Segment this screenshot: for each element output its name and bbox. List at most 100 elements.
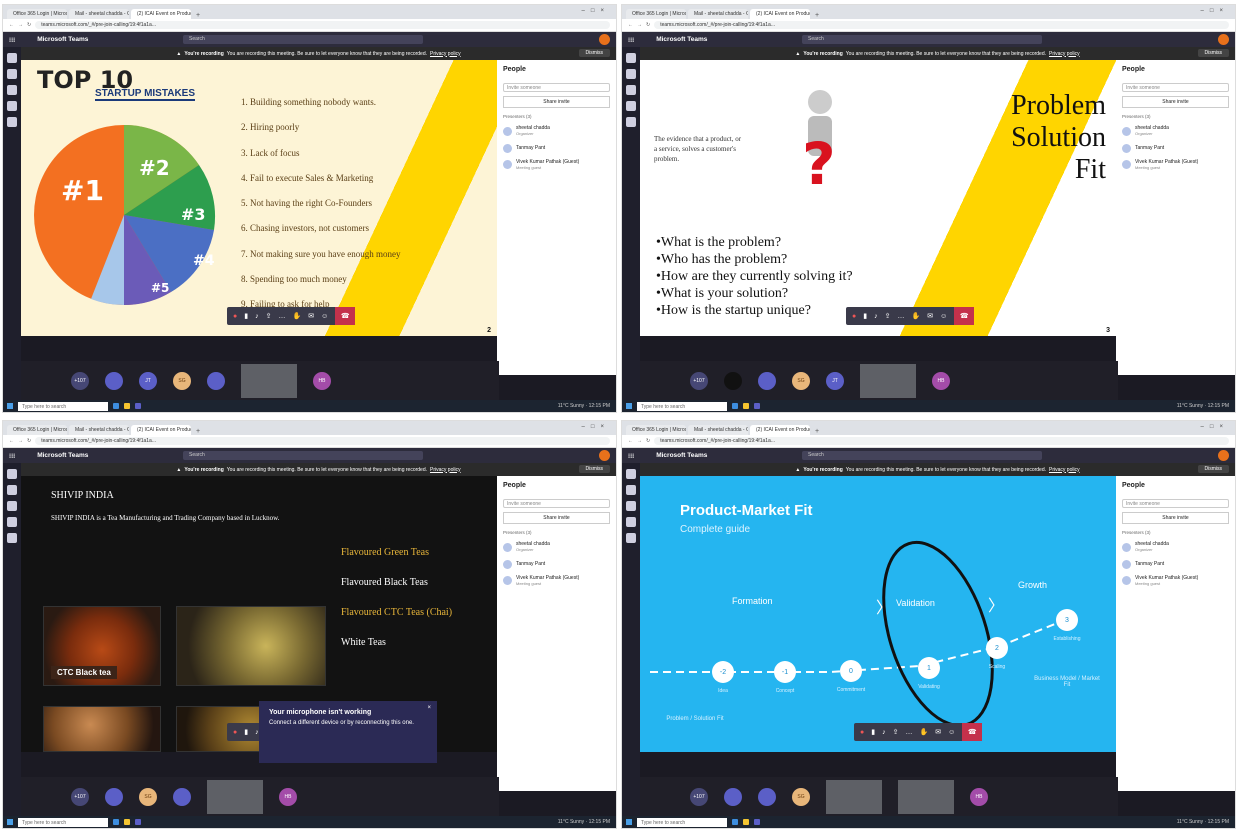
search-input[interactable]: Search xyxy=(183,451,423,460)
new-tab-icon[interactable]: + xyxy=(812,12,822,19)
mic-icon[interactable]: ♪ xyxy=(255,313,259,320)
share-icon[interactable]: ⇪ xyxy=(266,312,272,320)
forward-icon[interactable]: → xyxy=(18,22,23,28)
explorer-icon[interactable] xyxy=(743,403,749,409)
more-icon[interactable]: … xyxy=(278,313,285,320)
invite-input[interactable]: Invite someone xyxy=(1122,499,1229,508)
browser-tab[interactable]: Office 365 Login | Microsoft 36... xyxy=(626,425,686,435)
participant-avatar[interactable]: JT xyxy=(826,371,844,390)
record-icon[interactable]: ● xyxy=(852,313,856,320)
presenters-label[interactable]: Presenters (3) xyxy=(503,530,610,535)
video-icon[interactable]: ▮ xyxy=(244,312,248,320)
chat-bubble-icon[interactable]: ✉ xyxy=(935,728,941,736)
back-icon[interactable]: ← xyxy=(628,438,633,444)
teams-icon[interactable] xyxy=(7,533,17,543)
raise-hand-icon[interactable]: ✋ xyxy=(292,312,301,320)
participant-video[interactable] xyxy=(241,363,297,398)
edge-icon[interactable] xyxy=(113,403,119,409)
dismiss-button[interactable]: Dismiss xyxy=(1197,49,1229,57)
teams-icon[interactable] xyxy=(626,117,636,127)
overflow-count[interactable]: +107 xyxy=(71,371,89,390)
new-tab-icon[interactable]: + xyxy=(812,428,822,435)
app-grid-icon[interactable]: ⁝⁝⁝ xyxy=(628,36,634,44)
explorer-icon[interactable] xyxy=(124,403,130,409)
assignments-icon[interactable] xyxy=(626,517,636,527)
leave-call-button[interactable]: ☎ xyxy=(962,723,983,741)
privacy-link[interactable]: Privacy policy xyxy=(1049,467,1080,473)
presenters-label[interactable]: Presenters (3) xyxy=(503,114,610,119)
participant-video[interactable] xyxy=(898,779,954,814)
participant-row[interactable]: sheetal chadda Organizer xyxy=(503,541,610,554)
windows-start-icon[interactable] xyxy=(7,819,13,825)
more-icon[interactable]: … xyxy=(897,313,904,320)
taskbar-search[interactable]: Type here to search xyxy=(18,817,108,827)
teams-icon[interactable] xyxy=(754,819,760,825)
participant-avatar[interactable] xyxy=(105,371,123,390)
browser-tab-active[interactable]: (2) ICAI Event on Productiv... xyxy=(750,425,810,435)
url-field[interactable]: teams.microsoft.com/_#/pre-join-calling/… xyxy=(654,437,1229,445)
participant-video[interactable] xyxy=(826,779,882,814)
people-icon[interactable]: ☺ xyxy=(321,313,328,320)
share-icon[interactable]: ⇪ xyxy=(885,312,891,320)
calendar-icon[interactable] xyxy=(7,501,17,511)
windows-start-icon[interactable] xyxy=(626,819,632,825)
video-icon[interactable]: ▮ xyxy=(871,728,875,736)
participant-row[interactable]: sheetal chadda Organizer xyxy=(503,125,610,138)
app-grid-icon[interactable]: ⁝⁝⁝ xyxy=(628,452,634,460)
browser-tab[interactable]: Office 365 Login | Microsoft 36... xyxy=(7,425,67,435)
reload-icon[interactable]: ↻ xyxy=(27,438,31,444)
windows-start-icon[interactable] xyxy=(7,403,13,409)
people-icon[interactable]: ☺ xyxy=(948,729,955,736)
browser-tab[interactable]: Mail - sheetal chadda - Outlook xyxy=(69,9,129,19)
browser-tab-active[interactable]: (2) ICAI Event on Productiv... xyxy=(131,425,191,435)
system-clock[interactable]: 11°C Sunny · 12:15 PM xyxy=(558,403,610,409)
participant-avatar[interactable]: SG xyxy=(792,371,810,390)
participant-avatar[interactable]: SG xyxy=(139,787,157,806)
participant-row[interactable]: Tanmay Pant xyxy=(1122,143,1229,153)
windows-start-icon[interactable] xyxy=(626,403,632,409)
participant-row[interactable]: Vivek Kumar Pathak (Guest) Meeting guest xyxy=(503,159,610,172)
participant-row[interactable]: sheetal chadda Organizer xyxy=(1122,125,1229,138)
search-input[interactable]: Search xyxy=(802,451,1042,460)
participant-avatar[interactable]: JT xyxy=(139,371,157,390)
video-icon[interactable]: ▮ xyxy=(244,728,248,736)
privacy-link[interactable]: Privacy policy xyxy=(430,51,461,57)
explorer-icon[interactable] xyxy=(743,819,749,825)
activity-icon[interactable] xyxy=(626,53,636,63)
reload-icon[interactable]: ↻ xyxy=(646,22,650,28)
overflow-count[interactable]: +107 xyxy=(690,787,708,806)
share-invite-button[interactable]: Share invite xyxy=(503,96,610,108)
browser-tab[interactable]: Mail - sheetal chadda - Outlook xyxy=(688,9,748,19)
edge-icon[interactable] xyxy=(113,819,119,825)
calendar-icon[interactable] xyxy=(626,85,636,95)
assignments-icon[interactable] xyxy=(7,101,17,111)
back-icon[interactable]: ← xyxy=(9,438,14,444)
chat-icon[interactable] xyxy=(7,69,17,79)
participant-row[interactable]: Vivek Kumar Pathak (Guest) Meeting guest xyxy=(1122,159,1229,172)
privacy-link[interactable]: Privacy policy xyxy=(430,467,461,473)
participant-avatar[interactable]: HB xyxy=(932,371,950,390)
dismiss-button[interactable]: Dismiss xyxy=(578,49,610,57)
window-controls[interactable]: –□× xyxy=(1201,8,1229,14)
browser-tab[interactable]: Mail - sheetal chadda - Outlook xyxy=(69,425,129,435)
chat-bubble-icon[interactable]: ✉ xyxy=(308,312,314,320)
participant-avatar[interactable]: HB xyxy=(970,787,988,806)
participant-avatar[interactable]: HB xyxy=(313,371,331,390)
app-grid-icon[interactable]: ⁝⁝⁝ xyxy=(9,36,15,44)
browser-tab[interactable]: Office 365 Login | Microsoft 36... xyxy=(7,9,67,19)
activity-icon[interactable] xyxy=(7,469,17,479)
browser-tab-active[interactable]: (2) ICAI Event on Productiv... xyxy=(750,9,810,19)
invite-input[interactable]: Invite someone xyxy=(503,499,610,508)
system-clock[interactable]: 11°C Sunny · 12:15 PM xyxy=(1177,819,1229,825)
participant-avatar[interactable] xyxy=(105,787,123,806)
record-icon[interactable]: ● xyxy=(233,313,237,320)
chat-icon[interactable] xyxy=(626,69,636,79)
window-controls[interactable]: –□× xyxy=(582,424,610,430)
teams-icon[interactable] xyxy=(626,533,636,543)
participant-row[interactable]: Tanmay Pant xyxy=(503,143,610,153)
window-controls[interactable]: –□× xyxy=(582,8,610,14)
dismiss-button[interactable]: Dismiss xyxy=(578,465,610,473)
invite-input[interactable]: Invite someone xyxy=(1122,83,1229,92)
participant-row[interactable]: Tanmay Pant xyxy=(503,559,610,569)
url-field[interactable]: teams.microsoft.com/_#/pre-join-calling/… xyxy=(35,21,610,29)
